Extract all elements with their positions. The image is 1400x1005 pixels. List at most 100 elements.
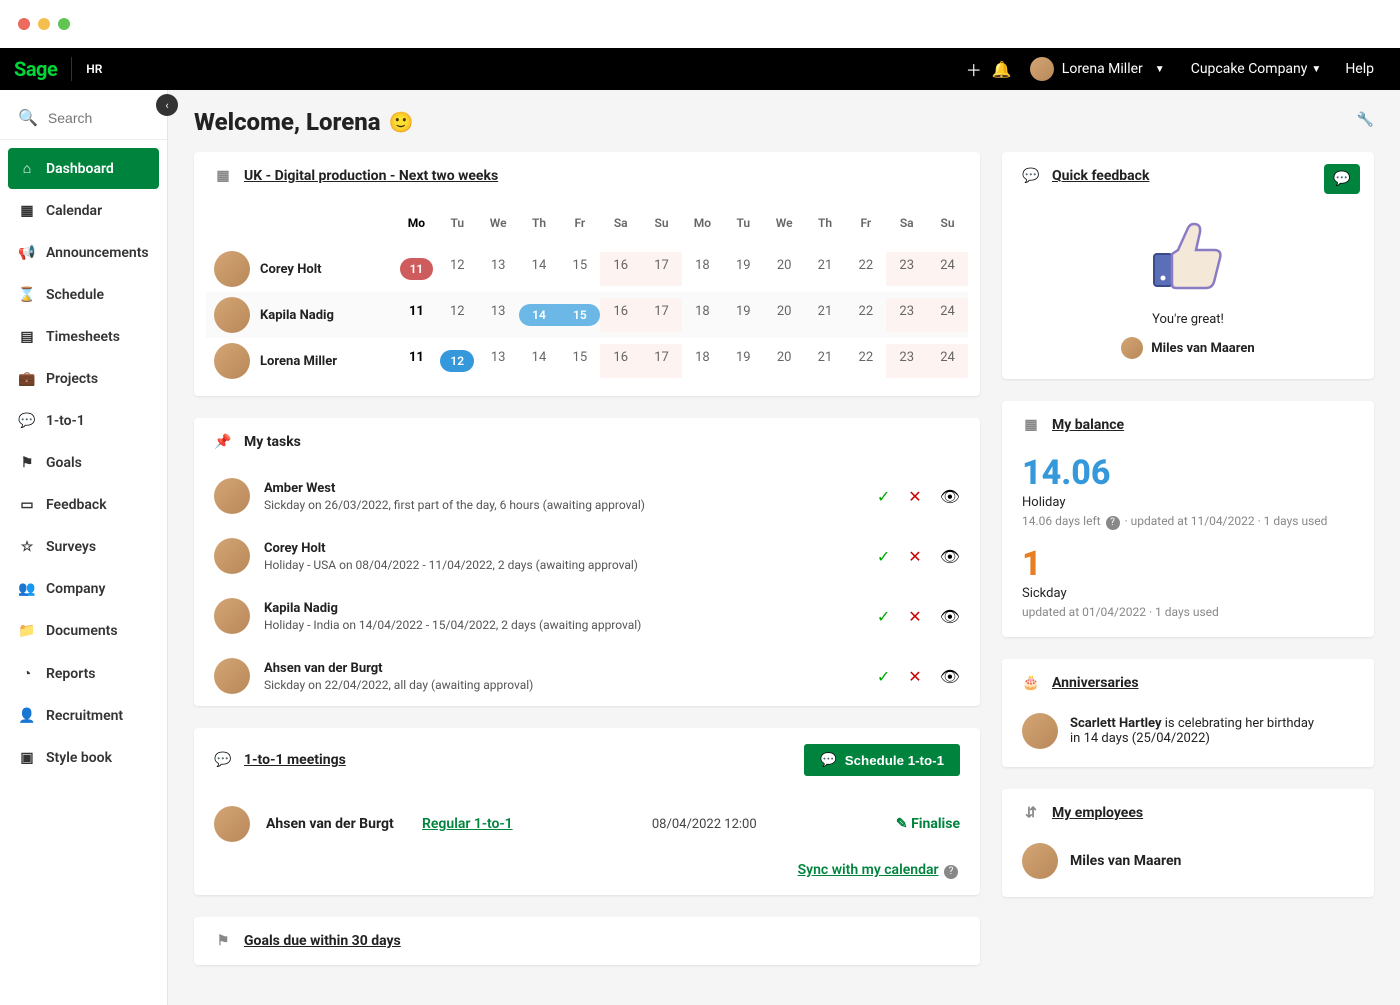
sidebar-item-goals[interactable]: ⚑Goals: [8, 443, 159, 483]
sidebar-item-feedback[interactable]: ▭Feedback: [8, 485, 159, 525]
sync-calendar-link[interactable]: Sync with my calendar: [798, 862, 939, 878]
day-cell[interactable]: 24: [927, 344, 968, 378]
sidebar-item-documents[interactable]: 📁Documents: [8, 611, 159, 651]
sidebar-item-timesheets[interactable]: ▤Timesheets: [8, 317, 159, 357]
sidebar-item-announcements[interactable]: 📢Announcements: [8, 233, 159, 273]
day-cell[interactable]: 19: [723, 252, 764, 286]
day-cell[interactable]: 20: [764, 298, 805, 332]
day-cell[interactable]: 23: [886, 344, 927, 378]
sidebar-item-1-to-1[interactable]: 💬1-to-1: [8, 401, 159, 441]
sidebar-item-reports[interactable]: ◔Reports: [8, 653, 159, 694]
maximize-window-dot[interactable]: [58, 18, 70, 30]
day-cell[interactable]: 13: [478, 252, 519, 286]
settings-icon[interactable]: 🔧: [1357, 112, 1374, 128]
day-cell[interactable]: 21: [805, 252, 846, 286]
feedback-author: Miles van Maaren: [1151, 341, 1254, 356]
sidebar-item-style-book[interactable]: ▣Style book: [8, 738, 159, 778]
bell-icon[interactable]: 🔔: [988, 60, 1016, 79]
day-cell[interactable]: 15: [559, 298, 600, 332]
day-cell[interactable]: 23: [886, 298, 927, 332]
day-cell[interactable]: 22: [845, 344, 886, 378]
help-icon[interactable]: ?: [1106, 516, 1120, 530]
sidebar-item-company[interactable]: 👥Company: [8, 569, 159, 609]
sidebar-item-dashboard[interactable]: ⌂Dashboard: [8, 148, 159, 189]
approve-icon[interactable]: ✓: [877, 487, 890, 506]
meeting-type-link[interactable]: Regular 1-to-1: [422, 816, 513, 832]
sidebar-item-schedule[interactable]: ⌛Schedule: [8, 275, 159, 315]
day-cell[interactable]: 24: [927, 252, 968, 286]
reject-icon[interactable]: ✕: [908, 667, 921, 686]
day-cell[interactable]: 21: [805, 344, 846, 378]
close-window-dot[interactable]: [18, 18, 30, 30]
approve-icon[interactable]: ✓: [877, 667, 890, 686]
sidebar-item-calendar[interactable]: ▦Calendar: [8, 191, 159, 231]
day-cell[interactable]: 20: [764, 252, 805, 286]
give-feedback-button[interactable]: 💬: [1324, 164, 1360, 194]
day-cell[interactable]: 18: [682, 344, 723, 378]
help-link[interactable]: Help: [1345, 61, 1374, 77]
help-icon[interactable]: ?: [944, 865, 958, 879]
minimize-window-dot[interactable]: [38, 18, 50, 30]
collapse-sidebar-button[interactable]: ‹: [156, 94, 178, 116]
day-cell[interactable]: 14: [519, 252, 560, 286]
day-cell[interactable]: 16: [600, 344, 641, 378]
search-input[interactable]: [48, 110, 148, 126]
sidebar-item-surveys[interactable]: ☆Surveys: [8, 527, 159, 567]
day-cell[interactable]: 11: [396, 252, 437, 286]
balance-title[interactable]: My balance: [1052, 417, 1124, 433]
day-cell[interactable]: 16: [600, 252, 641, 286]
meetings-title[interactable]: 1-to-1 meetings: [244, 752, 346, 768]
day-cell[interactable]: 11: [396, 298, 437, 332]
reject-icon[interactable]: ✕: [908, 487, 921, 506]
avatar: [214, 658, 250, 694]
goals-title[interactable]: Goals due within 30 days: [244, 933, 401, 949]
day-cell[interactable]: 16: [600, 298, 641, 332]
schedule-title[interactable]: UK - Digital production - Next two weeks: [244, 168, 498, 184]
add-icon[interactable]: ＋: [960, 57, 988, 81]
day-cell[interactable]: 14: [519, 298, 560, 332]
day-cell[interactable]: 21: [805, 298, 846, 332]
day-cell[interactable]: 11: [396, 344, 437, 378]
person-name: Lorena Miller: [260, 354, 337, 369]
day-cell[interactable]: 12: [437, 252, 478, 286]
day-cell[interactable]: 17: [641, 298, 682, 332]
user-menu[interactable]: Lorena Miller ▼: [1030, 57, 1165, 81]
view-icon[interactable]: 👁: [940, 487, 960, 506]
avatar: [214, 598, 250, 634]
day-cell[interactable]: 17: [641, 252, 682, 286]
company-menu[interactable]: Cupcake Company ▼: [1191, 61, 1322, 77]
day-cell[interactable]: 18: [682, 252, 723, 286]
reject-icon[interactable]: ✕: [908, 607, 921, 626]
day-cell[interactable]: 15: [559, 344, 600, 378]
employees-title[interactable]: My employees: [1052, 805, 1143, 821]
day-cell[interactable]: 13: [478, 298, 519, 332]
day-cell[interactable]: 23: [886, 252, 927, 286]
day-cell[interactable]: 22: [845, 252, 886, 286]
day-cell[interactable]: 14: [519, 344, 560, 378]
day-cell[interactable]: 13: [478, 344, 519, 378]
view-icon[interactable]: 👁: [940, 667, 960, 686]
day-cell[interactable]: 15: [559, 252, 600, 286]
day-cell[interactable]: 17: [641, 344, 682, 378]
sidebar: 🔍 ⌂Dashboard▦Calendar📢Announcements⌛Sche…: [0, 90, 168, 1005]
finalise-button[interactable]: ✎ Finalise: [896, 816, 960, 832]
sidebar-item-recruitment[interactable]: 👤Recruitment: [8, 696, 159, 736]
quick-feedback-title[interactable]: Quick feedback: [1052, 168, 1149, 184]
day-cell[interactable]: 22: [845, 298, 886, 332]
view-icon[interactable]: 👁: [940, 547, 960, 566]
day-cell[interactable]: 12: [437, 344, 478, 378]
anniversaries-title[interactable]: Anniversaries: [1052, 675, 1139, 691]
day-cell[interactable]: 19: [723, 298, 764, 332]
approve-icon[interactable]: ✓: [877, 547, 890, 566]
task-description: Sickday on 26/03/2022, first part of the…: [264, 498, 863, 512]
reject-icon[interactable]: ✕: [908, 547, 921, 566]
day-cell[interactable]: 20: [764, 344, 805, 378]
day-cell[interactable]: 18: [682, 298, 723, 332]
approve-icon[interactable]: ✓: [877, 607, 890, 626]
view-icon[interactable]: 👁: [940, 607, 960, 626]
day-cell[interactable]: 24: [927, 298, 968, 332]
day-cell[interactable]: 19: [723, 344, 764, 378]
day-cell[interactable]: 12: [437, 298, 478, 332]
sidebar-item-projects[interactable]: 💼Projects: [8, 359, 159, 399]
schedule-meeting-button[interactable]: 💬 Schedule 1-to-1: [804, 744, 960, 776]
